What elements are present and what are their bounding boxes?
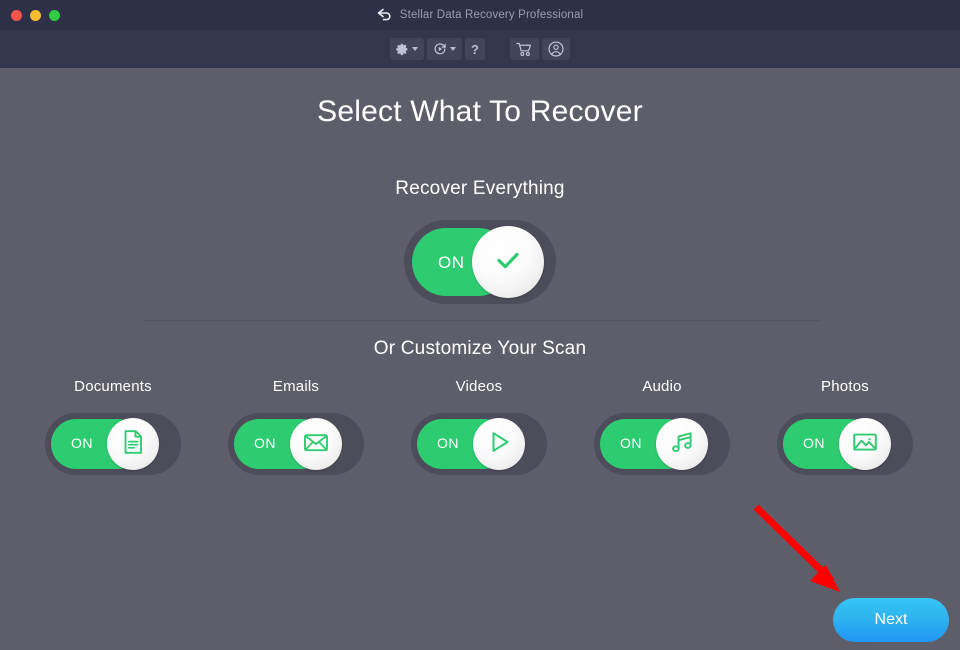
resume-scan-icon xyxy=(433,42,447,56)
category-emails: Emails ON xyxy=(201,378,391,475)
toggle-state-label: ON xyxy=(254,435,276,451)
title-bar: Stellar Data Recovery Professional xyxy=(0,0,960,30)
toggle-knob xyxy=(473,418,525,470)
app-title: Stellar Data Recovery Professional xyxy=(399,9,584,21)
toolbar-left-group: ? xyxy=(390,38,570,60)
toggle-knob xyxy=(107,418,159,470)
settings-button[interactable] xyxy=(390,38,425,60)
section-divider xyxy=(145,320,820,321)
image-icon xyxy=(850,427,880,462)
minimize-window-button[interactable] xyxy=(30,10,41,21)
toggle-knob xyxy=(472,226,544,298)
customize-scan-title: Or Customize Your Scan xyxy=(373,338,587,359)
app-window: Stellar Data Recovery Professional ? Sel… xyxy=(0,0,960,650)
maximize-window-button[interactable] xyxy=(49,10,60,21)
category-label: Documents xyxy=(74,378,152,395)
next-button[interactable]: Next xyxy=(833,598,949,642)
cart-button[interactable] xyxy=(509,38,539,60)
category-row: Documents ON Emails ON Videos ON Audio O… xyxy=(0,378,960,508)
category-videos: Videos ON xyxy=(384,378,574,475)
toggle-state-label: ON xyxy=(803,435,825,451)
back-arrow-icon[interactable] xyxy=(377,8,393,22)
category-label: Videos xyxy=(455,378,503,395)
toggle-state-label: ON xyxy=(71,435,93,451)
documents-toggle[interactable]: ON xyxy=(45,413,181,475)
videos-toggle[interactable]: ON xyxy=(411,413,547,475)
shopping-cart-icon xyxy=(516,42,533,57)
title-wrapper: Stellar Data Recovery Professional xyxy=(0,0,960,30)
checkmark-icon xyxy=(491,243,525,282)
photos-toggle[interactable]: ON xyxy=(777,413,913,475)
category-documents: Documents ON xyxy=(18,378,208,475)
toggle-knob xyxy=(290,418,342,470)
user-account-icon xyxy=(548,41,564,57)
music-note-icon xyxy=(667,427,697,462)
main-content: Select What To Recover Recover Everythin… xyxy=(0,68,960,650)
category-label: Audio xyxy=(642,378,682,395)
page-title: Select What To Recover xyxy=(317,95,643,128)
window-controls xyxy=(11,10,60,21)
chevron-down-icon xyxy=(412,47,419,51)
toggle-knob xyxy=(656,418,708,470)
help-icon: ? xyxy=(471,41,479,57)
toggle-state-label: ON xyxy=(438,253,465,272)
gear-icon xyxy=(396,43,409,56)
toggle-knob xyxy=(839,418,891,470)
help-button[interactable]: ? xyxy=(465,38,485,60)
toggle-state-label: ON xyxy=(620,435,642,451)
play-icon xyxy=(484,427,514,462)
toggle-state-label: ON xyxy=(437,435,459,451)
audio-toggle[interactable]: ON xyxy=(594,413,730,475)
recover-everything-title: Recover Everything xyxy=(395,178,565,199)
category-photos: Photos ON xyxy=(750,378,940,475)
envelope-icon xyxy=(301,427,331,462)
recover-everything-toggle[interactable]: ON xyxy=(404,220,556,304)
resume-scan-button[interactable] xyxy=(427,38,463,60)
emails-toggle[interactable]: ON xyxy=(228,413,364,475)
category-label: Emails xyxy=(272,378,320,395)
document-icon xyxy=(119,428,147,461)
toolbar: ? xyxy=(0,30,960,68)
account-button[interactable] xyxy=(541,38,570,60)
category-audio: Audio ON xyxy=(567,378,757,475)
close-window-button[interactable] xyxy=(11,10,22,21)
category-label: Photos xyxy=(821,378,869,395)
chevron-down-icon xyxy=(450,47,457,51)
